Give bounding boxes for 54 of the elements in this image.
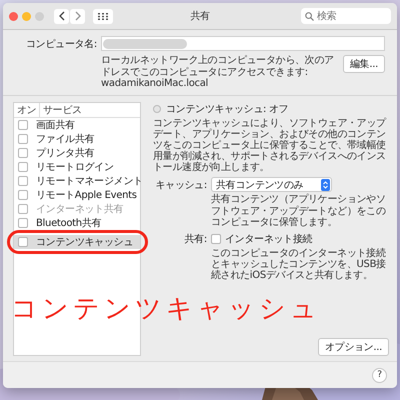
service-row[interactable]: 画面共有: [14, 118, 140, 132]
close-button[interactable]: [9, 12, 18, 20]
minimize-button[interactable]: [22, 12, 31, 20]
address-description: ローカルネットワーク上のコンピュータから、次のアドレスでこのコンピュータにアクセスできます: wadamikanoiMac.local: [101, 55, 335, 90]
service-row[interactable]: ファイル共有: [14, 132, 140, 146]
checkbox[interactable]: [18, 236, 28, 246]
service-row[interactable]: リモートマネージメント: [14, 174, 140, 188]
column-header: オン: [14, 102, 40, 116]
edit-button[interactable]: 編集...: [342, 55, 385, 73]
service-name: リモートApple Events: [36, 188, 137, 202]
checkbox[interactable]: [18, 134, 28, 144]
checkbox[interactable]: [18, 120, 28, 130]
cache-label: キャッシュ:: [154, 178, 207, 192]
checkbox-label: インターネット接続: [225, 232, 312, 246]
description-text: コンテンツキャッシュにより、ソフトウェア・アップデート、アプリケーション、およびその他のコンテンツをこのコンピュータ上に保管することで、帯域幅使用量が削減され、サポートされるデバイスへのインストール速度が向上します。: [153, 118, 388, 174]
service-row[interactable]: プリンタ共有: [14, 146, 140, 160]
checkbox[interactable]: [18, 190, 28, 200]
service-name: インターネット共有: [36, 202, 124, 216]
checkbox[interactable]: [211, 234, 221, 244]
service-name: リモートログイン: [36, 160, 114, 174]
updown-arrows-icon: [321, 178, 330, 191]
cache-dropdown[interactable]: 共有コンテンツのみ: [211, 177, 332, 192]
checkbox[interactable]: [18, 218, 28, 228]
checkbox[interactable]: [18, 176, 28, 186]
back-button[interactable]: [54, 8, 69, 24]
grid-icon: [98, 12, 108, 20]
help-button[interactable]: ?: [372, 368, 387, 382]
chevron-left-icon: [58, 11, 64, 21]
chevron-right-icon: [74, 11, 80, 21]
annotation-caption: コンテンツキャッシュ: [11, 295, 322, 324]
share-note: このコンピュータのインターネット接続とキャッシュしたコンテンツを、USB接続されたiOSデバイスと共有します。: [211, 248, 387, 282]
service-name: リモートマネージメント: [36, 174, 143, 188]
computer-name-field[interactable]: [101, 36, 385, 51]
share-label: 共有:: [184, 232, 207, 246]
service-name: コンテンツキャッシュ: [36, 236, 134, 248]
cache-note: 共有コンテンツ（アプリケーションやソフトウェア・アップデートなど）をこのコンピュータに保管します。: [211, 194, 387, 228]
show-all-button[interactable]: [93, 8, 113, 24]
options-button[interactable]: オプション...: [318, 338, 389, 356]
computer-name-label: コンピュータ名:: [25, 38, 97, 50]
search-icon: [305, 12, 314, 21]
status-label: コンテンツキャッシュ: オフ: [166, 102, 288, 116]
search-field[interactable]: 検索: [301, 8, 391, 24]
checkbox[interactable]: [18, 162, 28, 172]
checkbox[interactable]: [18, 148, 28, 158]
window-title: 共有: [190, 10, 210, 23]
column-header: サービス: [42, 104, 82, 116]
service-row[interactable]: リモートApple Events: [14, 188, 140, 202]
service-row[interactable]: コンテンツキャッシュ: [14, 234, 140, 248]
service-name: Bluetooth共有: [36, 216, 102, 230]
service-row[interactable]: リモートログイン: [14, 160, 140, 174]
service-name: プリンタ共有: [36, 146, 94, 160]
service-row[interactable]: Bluetooth共有: [14, 216, 140, 230]
service-name: 画面共有: [36, 118, 75, 132]
service-name: ファイル共有: [36, 132, 94, 146]
